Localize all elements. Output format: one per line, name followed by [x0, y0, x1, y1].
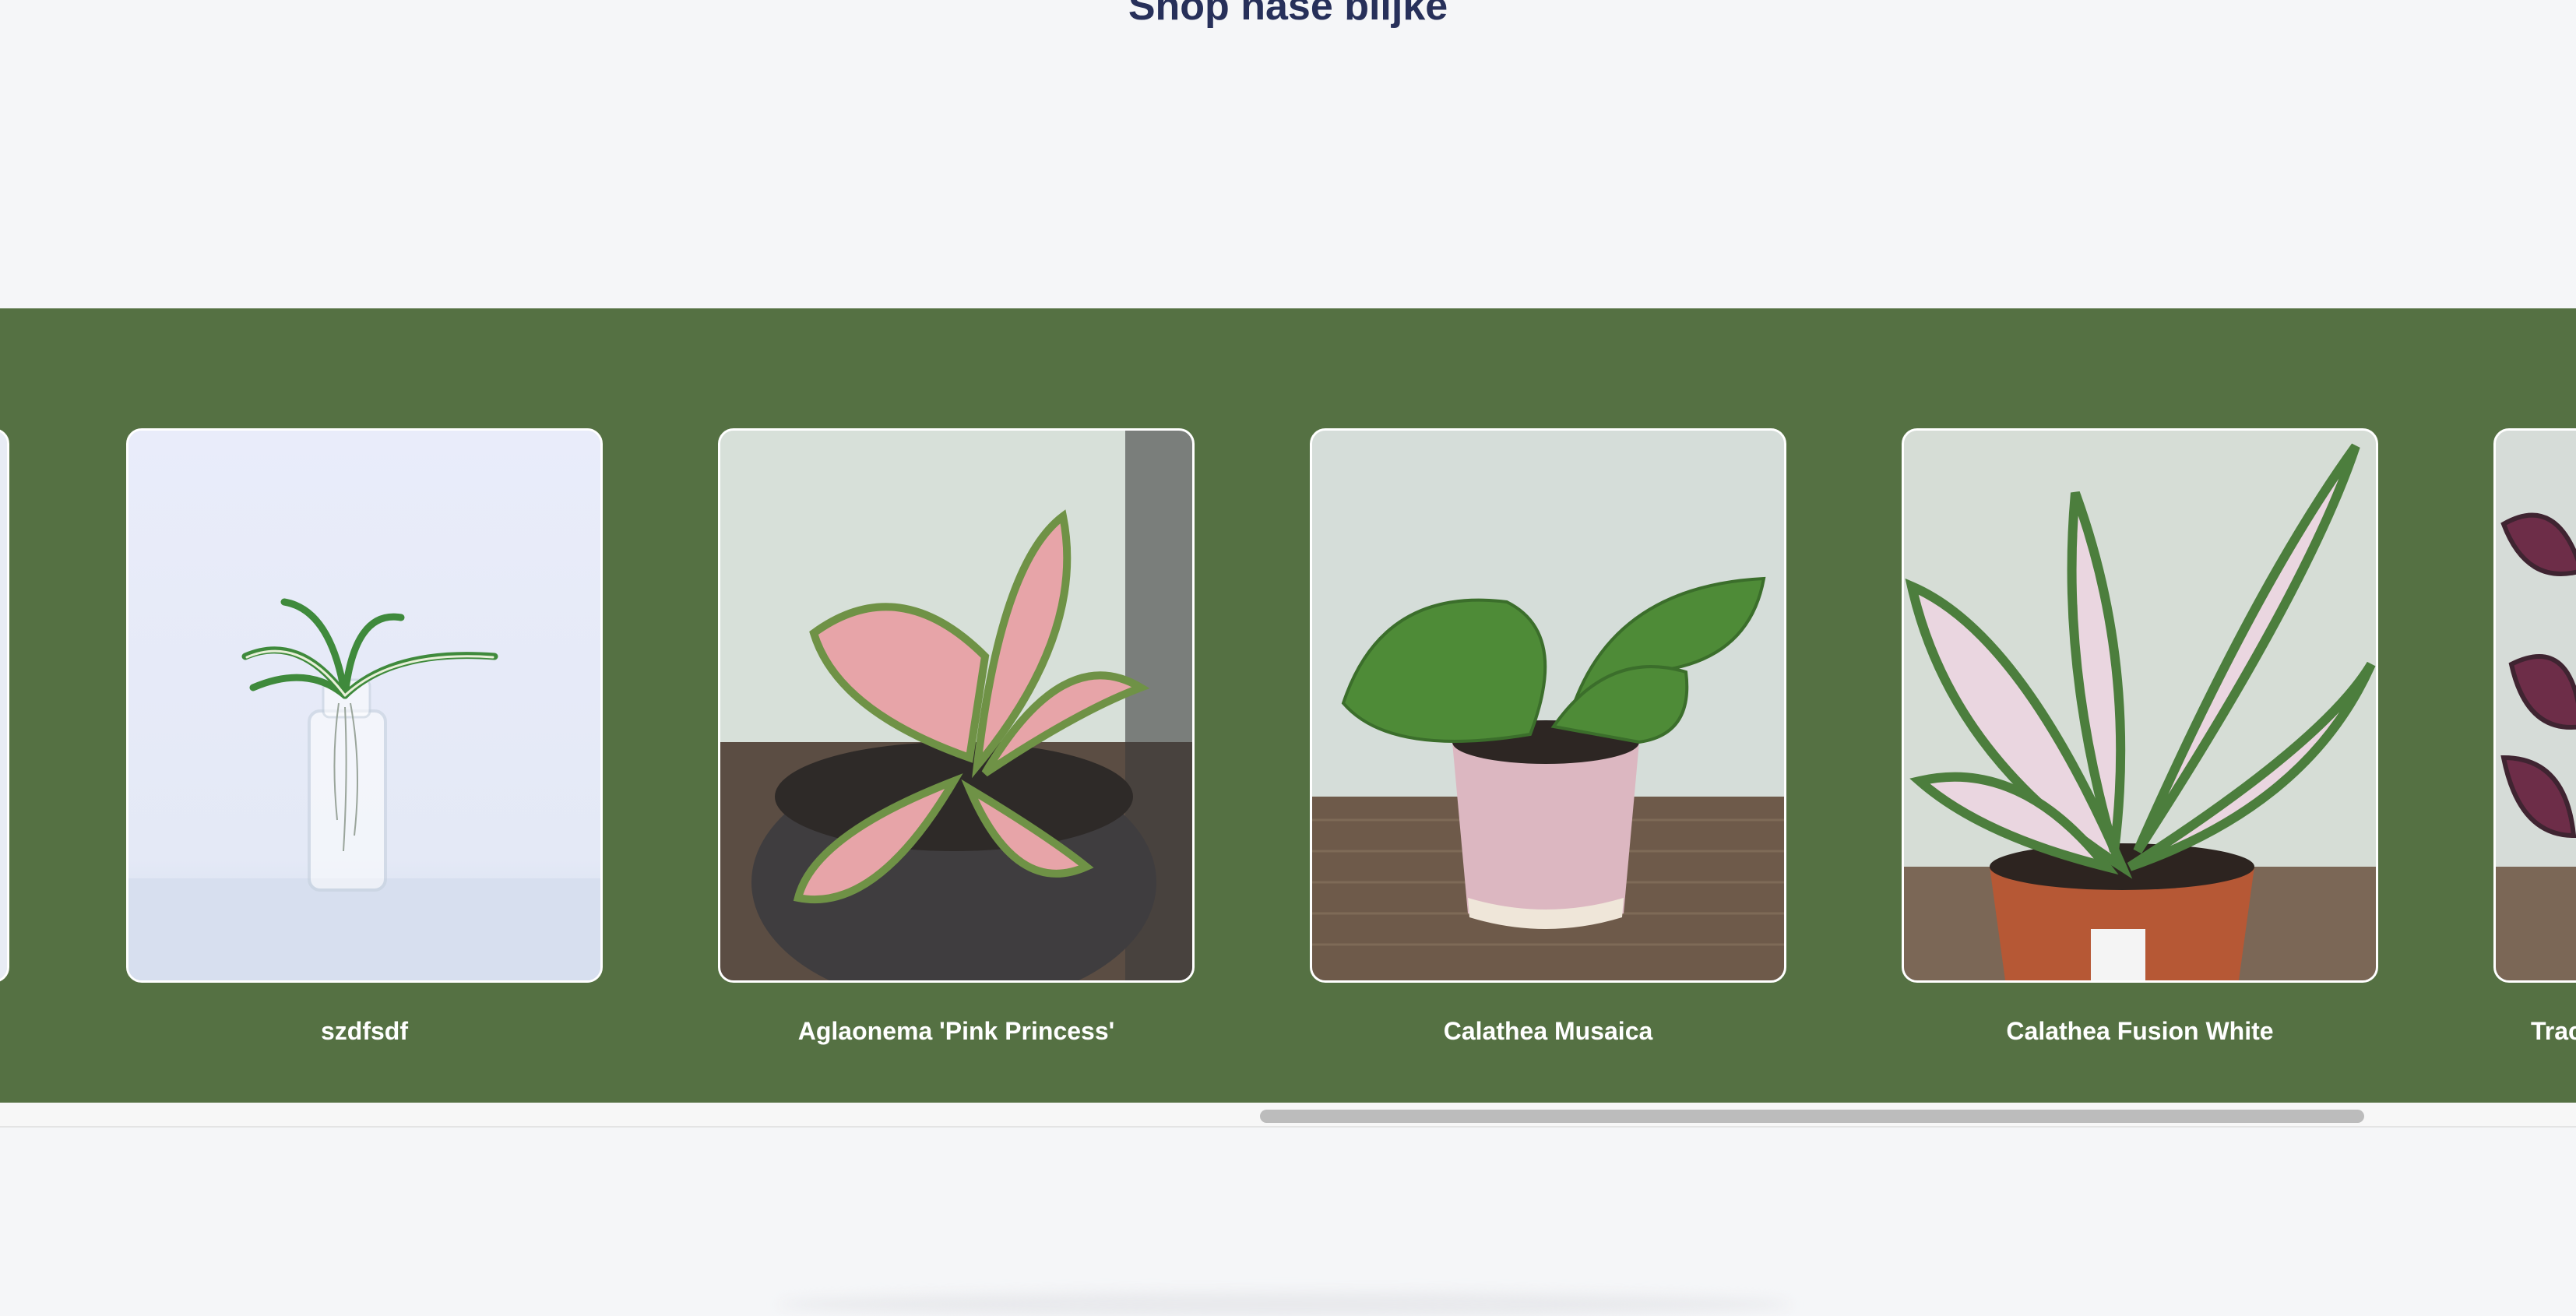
product-name[interactable]: Trac — [2493, 1017, 2576, 1046]
product-card[interactable]: Calathea Fusion White — [1902, 428, 2378, 1046]
product-image[interactable] — [1310, 428, 1786, 983]
product-name[interactable]: Calathea Fusion White — [1902, 1017, 2378, 1046]
product-card[interactable]: Calathea Musaica — [1310, 428, 1786, 1046]
product-image[interactable] — [0, 428, 9, 983]
product-image[interactable] — [2493, 428, 2576, 983]
carousel-track: szdfsdf Aglaonema 'Pink Princess' Calath… — [0, 308, 2576, 1103]
product-card[interactable]: szdfsdf — [126, 428, 603, 1046]
product-card[interactable]: Aglaonema 'Pink Princess' — [718, 428, 1195, 1046]
product-image[interactable] — [126, 428, 603, 983]
product-name[interactable]: Calathea Musaica — [1310, 1017, 1786, 1046]
product-name[interactable]: Aglaonema 'Pink Princess' — [718, 1017, 1195, 1046]
scrollbar-thumb[interactable] — [1260, 1110, 2364, 1123]
decorative-shadow — [779, 1293, 1791, 1316]
section-title: Shop naše biljke — [1128, 0, 1448, 29]
product-carousel: szdfsdf Aglaonema 'Pink Princess' Calath… — [0, 308, 2576, 1103]
product-card[interactable]: Trac — [2493, 428, 2576, 1046]
product-image[interactable] — [1902, 428, 2378, 983]
product-name[interactable]: szdfsdf — [126, 1017, 603, 1046]
product-image[interactable] — [718, 428, 1195, 983]
horizontal-scrollbar[interactable] — [0, 1103, 2576, 1128]
product-card[interactable] — [0, 428, 9, 1017]
